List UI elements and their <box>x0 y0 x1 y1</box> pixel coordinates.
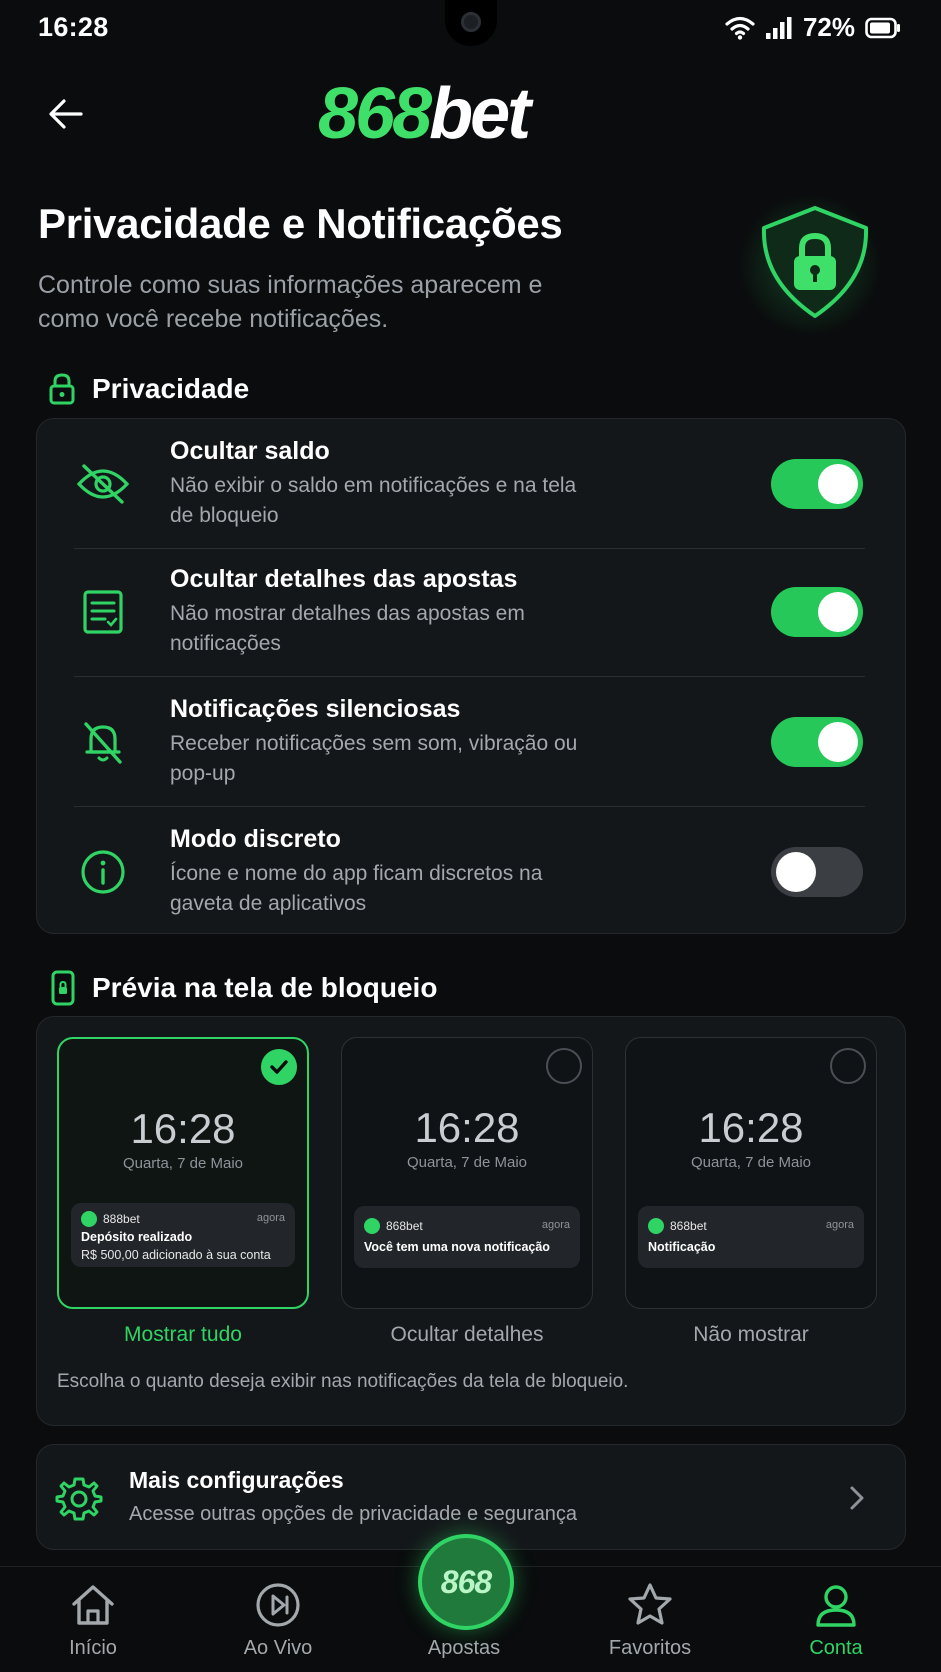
preview-line1: Depósito realizado <box>81 1230 193 1244</box>
preview-time: 16:28 <box>414 1104 520 1151</box>
more-settings-title: Mais configurações <box>129 1467 344 1493</box>
nav-label: Apostas <box>427 1637 501 1659</box>
lock-preview-hint: Escolha o quanto deseja exibir nas notif… <box>57 1371 629 1392</box>
preview-line1: Notificação <box>648 1240 716 1254</box>
lock-preview-section-heading: Prévia na tela de bloqueio <box>50 970 437 1006</box>
lock-preview-card: 16:28 Quarta, 7 de Maio 888bet agora Dep… <box>36 1016 906 1426</box>
chevron-right-icon <box>850 1486 864 1510</box>
row-title: Modo discreto <box>170 825 341 853</box>
preview-label-hide-all[interactable]: Não mostrar <box>625 1323 877 1347</box>
more-settings-desc: Acesse outras opções de privacidade e se… <box>129 1503 578 1525</box>
row-title: Ocultar detalhes das apostas <box>170 565 518 593</box>
preview-when: agora <box>825 1219 854 1231</box>
preview-notification: 888bet agora Depósito realizado R$ 500,0… <box>71 1203 295 1267</box>
lock-icon <box>49 373 75 405</box>
checkmark-icon <box>261 1049 297 1085</box>
gear-icon <box>55 1477 103 1521</box>
arrow-left-icon <box>49 99 83 129</box>
preview-label-hide-details[interactable]: Ocultar detalhes <box>341 1323 593 1347</box>
status-indicators: 72% <box>725 12 901 43</box>
app-icon <box>364 1218 380 1234</box>
hide-bet-details-toggle[interactable] <box>771 587 863 637</box>
privacy-row-discreet-mode: Modo discreto Ícone e nome do app ficam … <box>37 807 905 937</box>
privacy-row-silent-notifications: Notificações silenciosas Receber notific… <box>37 677 905 807</box>
phone-lock-icon <box>51 970 75 1006</box>
preview-app-name: 868bet <box>670 1219 707 1233</box>
document-icon <box>73 582 133 642</box>
bell-off-icon <box>73 712 133 772</box>
preview-option-show-all[interactable]: 16:28 Quarta, 7 de Maio 888bet agora Dep… <box>57 1037 309 1309</box>
shield-lock-icon <box>761 206 869 318</box>
privacy-row-hide-balance: Ocultar saldo Não exibir o saldo em noti… <box>37 419 905 549</box>
privacy-card: Ocultar saldo Não exibir o saldo em noti… <box>36 418 906 934</box>
silent-notifications-toggle[interactable] <box>771 717 863 767</box>
app-icon <box>648 1218 664 1234</box>
bets-center-button[interactable]: 868 <box>418 1534 514 1630</box>
nav-label: Conta <box>809 1637 863 1659</box>
preview-option-hide-all[interactable]: 16:28 Quarta, 7 de Maio 868bet agora Not… <box>625 1037 877 1309</box>
row-desc: Não exibir o saldo em notificações e na … <box>170 474 577 527</box>
preview-when: agora <box>541 1219 570 1231</box>
preview-when: agora <box>256 1212 285 1224</box>
nav-item-account[interactable]: Conta <box>766 1577 906 1660</box>
logo-text: bet <box>429 74 531 154</box>
preview-date: Quarta, 7 de Maio <box>690 1154 812 1171</box>
row-desc: Ícone e nome do app ficam discretos na g… <box>170 862 543 915</box>
user-icon <box>816 1585 856 1627</box>
hide-balance-toggle[interactable] <box>771 459 863 509</box>
preview-date: Quarta, 7 de Maio <box>122 1155 244 1172</box>
nav-item-live[interactable]: Ao Vivo <box>208 1577 348 1660</box>
radio-empty-icon <box>830 1048 866 1084</box>
preview-notification: 868bet agora Notificação <box>638 1206 864 1268</box>
preview-label-show-all[interactable]: Mostrar tudo <box>57 1323 309 1347</box>
wifi-icon <box>725 16 755 40</box>
info-icon <box>73 842 133 902</box>
back-button[interactable] <box>40 88 92 140</box>
page-title: Privacidade e Notificações <box>38 200 563 247</box>
row-title: Notificações silenciosas <box>170 695 461 723</box>
preview-time: 16:28 <box>698 1104 804 1151</box>
app-icon <box>81 1211 97 1227</box>
nav-item-favorites[interactable]: Favoritos <box>580 1577 720 1660</box>
brand-logo: 868bet <box>318 78 531 150</box>
row-desc: Não mostrar detalhes das apostas em noti… <box>170 602 525 655</box>
page-subtitle: Controle como suas informações aparecem … <box>38 271 543 333</box>
privacy-row-hide-bet-details: Ocultar detalhes das apostas Não mostrar… <box>37 547 905 677</box>
bets-logo-icon: 868 <box>440 1563 492 1600</box>
nav-label: Favoritos <box>608 1637 692 1659</box>
preview-notification: 868bet agora Você tem uma nova notificaç… <box>354 1206 580 1268</box>
nav-item-home[interactable]: Início <box>23 1577 163 1660</box>
home-icon <box>72 1585 114 1625</box>
preview-time: 16:28 <box>130 1105 236 1152</box>
signal-icon <box>765 16 792 39</box>
radio-empty-icon <box>546 1048 582 1084</box>
live-play-icon <box>256 1583 300 1627</box>
camera-notch <box>445 0 497 46</box>
nav-label: Início <box>69 1637 117 1659</box>
preview-line1: Você tem uma nova notificação <box>364 1240 550 1254</box>
preview-line2: R$ 500,00 adicionado à sua conta <box>81 1248 271 1262</box>
battery-icon <box>865 17 900 38</box>
row-desc: Receber notificações sem som, vibração o… <box>170 732 578 785</box>
lock-preview-heading: Prévia na tela de bloqueio <box>92 972 438 1003</box>
preview-app-name: 868bet <box>386 1219 423 1233</box>
discreet-mode-toggle[interactable] <box>771 847 863 897</box>
privacy-heading: Privacidade <box>92 373 250 404</box>
eye-off-icon <box>73 454 133 514</box>
star-icon <box>628 1583 672 1625</box>
logo-number: 868 <box>318 74 432 154</box>
privacy-section-heading: Privacidade <box>48 372 249 406</box>
preview-date: Quarta, 7 de Maio <box>406 1154 528 1171</box>
nav-label: Ao Vivo <box>243 1637 313 1659</box>
battery-percent: 72% <box>802 12 855 42</box>
status-time: 16:28 <box>38 12 109 42</box>
preview-option-hide-details[interactable]: 16:28 Quarta, 7 de Maio 868bet agora Voc… <box>341 1037 593 1309</box>
row-title: Ocultar saldo <box>170 437 330 465</box>
preview-app-name: 888bet <box>103 1212 140 1226</box>
